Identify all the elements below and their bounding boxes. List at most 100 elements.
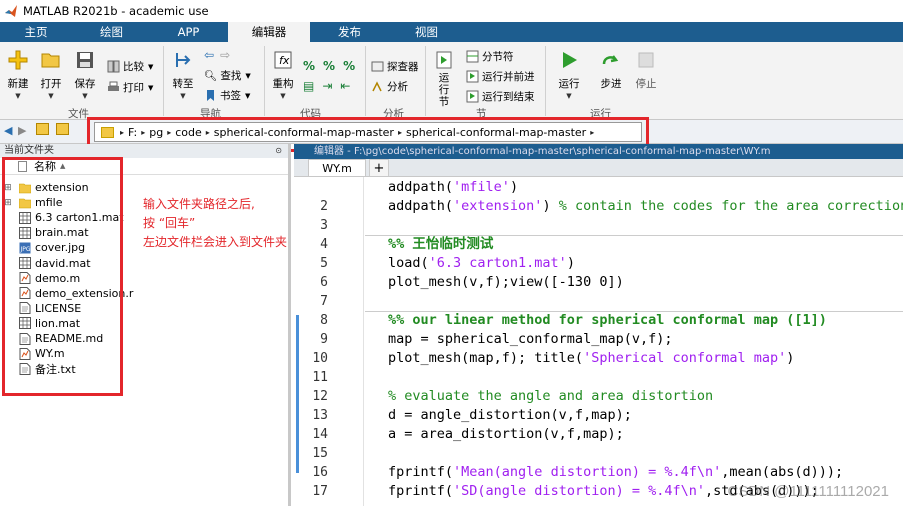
goto-button[interactable]: 转至 ▼ (168, 42, 198, 100)
cell-divider (365, 311, 903, 312)
file-group-label: 文件 (68, 108, 89, 120)
decrease-indent-icon[interactable]: ⇤ (340, 79, 350, 93)
tab-view[interactable]: 视图 (389, 22, 464, 42)
code-text: % evaluate the angle and area distortion (388, 388, 714, 404)
comment-toggle-icon[interactable]: % (323, 59, 335, 73)
separator (264, 46, 265, 116)
code-line[interactable]: 10 plot_mesh(map,f); title('Spherical con… (294, 349, 903, 368)
add-tab-button[interactable]: + (369, 159, 389, 176)
panel-menu-icon[interactable]: ⊙ (275, 144, 282, 158)
nav-arrows[interactable]: ⇦ ⇨ (204, 48, 230, 62)
separator (425, 46, 426, 116)
tab-home[interactable]: 主页 (0, 22, 72, 42)
analyze-button[interactable]: 分析 (371, 79, 408, 94)
run-to-end-icon (466, 90, 479, 103)
percent-icon[interactable]: % (303, 59, 315, 73)
line-number: 10 (312, 351, 328, 366)
matlab-logo-icon (5, 5, 17, 17)
tab-editor[interactable]: 编辑器 (228, 22, 310, 42)
code-line[interactable]: 11 (294, 368, 903, 387)
separator (545, 46, 546, 116)
stop-button[interactable]: 停止 (631, 42, 661, 91)
back-arrow-icon[interactable]: ⇦ (204, 48, 214, 62)
save-button[interactable]: 保存 ▼ (70, 42, 100, 100)
cell-divider (365, 235, 903, 236)
compare-button[interactable]: 比较 ▼ (107, 59, 153, 74)
search-icon: 🔍︎ (204, 70, 218, 82)
editor-tab-bar: WY.m + (294, 159, 903, 177)
panel-header: 当前文件夹 ⊙ (0, 144, 288, 158)
refactor-icon: fx (274, 51, 292, 69)
line-number: 14 (312, 427, 328, 442)
browse-folder-icon[interactable] (56, 123, 69, 135)
run-advance-icon (466, 70, 479, 83)
forward-arrow-icon[interactable]: ⇨ (220, 48, 230, 62)
folder-up-icon[interactable] (36, 123, 49, 135)
code-line[interactable]: 8 %% our linear method for spherical conf… (294, 311, 903, 330)
code-text: addpath('mfile') (388, 179, 519, 195)
window-title: MATLAB R2021b - academic use (23, 4, 209, 18)
open-button[interactable]: 打开 ▼ (36, 42, 66, 100)
profiler-button[interactable]: 探查器 (371, 59, 419, 74)
print-button[interactable]: 打印 ▼ (107, 80, 153, 95)
svg-text:fx: fx (279, 54, 290, 67)
section-break-button[interactable]: 分节符 (466, 49, 514, 64)
run-section-button[interactable]: 运行节 (429, 42, 459, 108)
code-line[interactable]: 2 addpath('extension') % contain the code… (294, 197, 903, 216)
annotation-line: 按 “回车” (143, 216, 196, 230)
editor-panel: 编辑器 - F:\pg\code\spherical-conformal-map… (294, 144, 903, 506)
tab-plots[interactable]: 绘图 (74, 22, 149, 42)
separator (365, 46, 366, 116)
indent-icon[interactable]: ▤ (303, 79, 314, 93)
step-button[interactable]: 步进 (596, 42, 626, 91)
run-icon (563, 52, 577, 68)
increase-indent-icon[interactable]: ⇥ (322, 79, 332, 93)
goto-icon (176, 53, 191, 67)
code-line[interactable]: 3 (294, 216, 903, 235)
code-line[interactable]: 16 fprintf('Mean(angle distortion) = %.4f… (294, 463, 903, 482)
chevron-down-icon: ▼ (48, 92, 54, 100)
run-to-end-button[interactable]: 运行到结束 (466, 89, 535, 104)
new-icon (8, 50, 28, 70)
line-number: 16 (312, 465, 328, 480)
run-section-icon (436, 51, 452, 69)
code-line[interactable]: 13 d = angle_distortion(v,f,map); (294, 406, 903, 425)
panel-title: 当前文件夹 (4, 145, 54, 156)
code-text: %% our linear method for spherical confo… (388, 312, 827, 328)
run-button[interactable]: 运行 ▼ (554, 42, 584, 100)
line-number: 2 (320, 199, 328, 214)
indent-buttons[interactable]: ▤ ⇥ ⇤ (303, 79, 350, 93)
tab-apps[interactable]: APP (151, 22, 226, 42)
code-text: %% 王怡临时测试 (388, 236, 494, 252)
code-line[interactable]: 12 % evaluate the angle and area distorti… (294, 387, 903, 406)
code-line[interactable]: 4 %% 王怡临时测试 (294, 235, 903, 254)
chevron-down-icon: ▼ (15, 92, 21, 100)
comment-buttons[interactable]: % % % (303, 59, 355, 73)
refactor-button[interactable]: fx 重构 ▼ (268, 42, 298, 100)
code-text: fprintf('Mean(angle distortion) = %.4f\n… (388, 464, 844, 480)
code-line[interactable]: 7 (294, 292, 903, 311)
code-line[interactable]: 5 load('6.3 carton1.mat') (294, 254, 903, 273)
new-button[interactable]: 新建 ▼ (3, 42, 33, 100)
code-line[interactable]: 9 map = spherical_conformal_map(v,f); (294, 330, 903, 349)
line-number: 4 (320, 237, 328, 252)
line-number: 6 (320, 275, 328, 290)
profiler-icon (371, 61, 384, 72)
find-button[interactable]: 🔍︎ 查找 ▼ (204, 68, 251, 83)
separator (163, 46, 164, 116)
forward-arrow-icon[interactable]: ▶ (18, 124, 26, 137)
uncomment-icon[interactable]: % (343, 59, 355, 73)
save-icon (77, 52, 93, 68)
code-text: map = spherical_conformal_map(v,f); (388, 331, 673, 347)
run-and-advance-button[interactable]: 运行并前进 (466, 69, 535, 84)
tab-publish[interactable]: 发布 (312, 22, 387, 42)
back-arrow-icon[interactable]: ◀ (4, 124, 12, 137)
bookmark-button[interactable]: 书签 ▼ (204, 88, 250, 103)
code-line[interactable]: 6 plot_mesh(v,f);view([-130 0]) (294, 273, 903, 292)
title-bar: MATLAB R2021b - academic use (0, 0, 903, 22)
tab-wy-m[interactable]: WY.m (308, 159, 366, 176)
code-line[interactable]: 15 (294, 444, 903, 463)
code-line[interactable]: 14 a = area_distortion(v,f,map); (294, 425, 903, 444)
code-line[interactable]: addpath('mfile') (294, 178, 903, 197)
code-text: a = area_distortion(v,f,map); (388, 426, 624, 442)
